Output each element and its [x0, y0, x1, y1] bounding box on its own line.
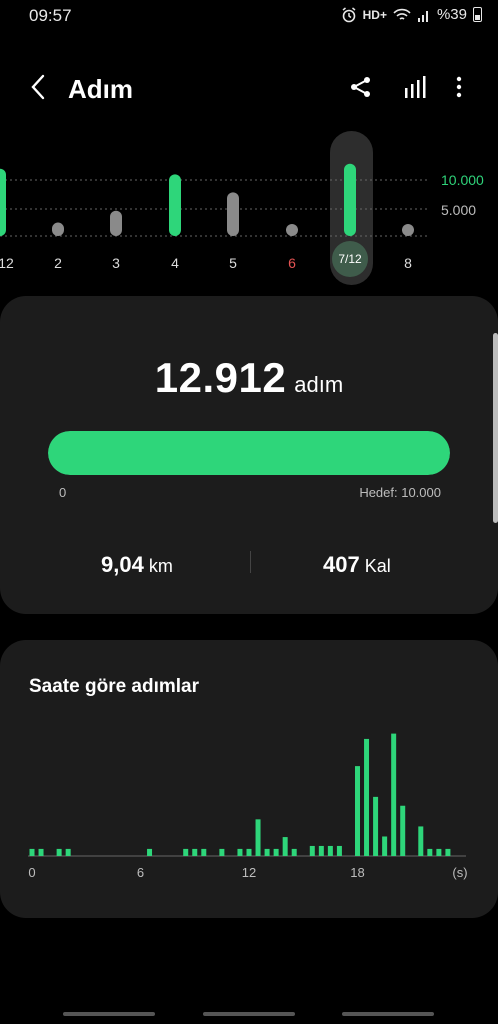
- stat-divider: [250, 551, 251, 573]
- week-bar: [110, 210, 122, 236]
- week-day-label[interactable]: 2: [54, 255, 62, 271]
- scrollbar[interactable]: [493, 333, 498, 523]
- goal-line-label: 10.000: [441, 172, 484, 188]
- hourly-bar: [391, 733, 397, 856]
- steps-total: 12.912 adım: [0, 354, 498, 402]
- hourly-bar: [364, 738, 370, 856]
- hourly-steps-card[interactable]: Saate göre adımlar 0 6 12 18 (s): [0, 640, 498, 918]
- hourly-bar: [192, 848, 198, 856]
- week-bar: [344, 163, 356, 236]
- distance-stat: 9,04 km: [101, 552, 173, 578]
- more-vertical-icon[interactable]: [446, 74, 472, 100]
- hourly-bar: [309, 845, 315, 856]
- hourly-x-tick: 12: [242, 865, 256, 880]
- hourly-bar: [56, 848, 62, 856]
- hourly-bar: [255, 819, 261, 856]
- status-time: 09:57: [29, 6, 72, 25]
- distance-unit: km: [148, 556, 173, 576]
- hourly-x-tick: 0: [28, 865, 35, 880]
- hourly-x-unit: (s): [452, 865, 467, 880]
- calories-unit: Kal: [364, 556, 391, 576]
- weekly-steps-chart[interactable]: 10.000 5.000 12 2 3 4 5 6 7/12 8: [0, 130, 498, 290]
- hourly-bar: [318, 845, 324, 856]
- hourly-bar: [355, 766, 360, 856]
- week-day-label[interactable]: 3: [112, 255, 120, 271]
- nav-back-handle[interactable]: [342, 1012, 434, 1016]
- hourly-bar: [147, 848, 153, 856]
- hourly-bar: [29, 848, 35, 856]
- hourly-bar: [373, 796, 379, 856]
- status-icons: HD+ %39: [341, 6, 482, 23]
- hourly-bar: [273, 848, 279, 856]
- hourly-bar: [418, 826, 424, 856]
- week-bar: [0, 168, 6, 236]
- week-day-label[interactable]: 8: [404, 255, 412, 271]
- status-bar: 09:57 HD+ %39: [0, 0, 498, 32]
- week-bar: [286, 224, 298, 236]
- battery-percent: %39: [436, 6, 467, 23]
- week-bar: [52, 222, 64, 236]
- hourly-bar: [237, 848, 243, 856]
- hourly-bar: [264, 848, 270, 856]
- nav-recents-handle[interactable]: [63, 1012, 155, 1016]
- network-label: HD+: [362, 7, 387, 22]
- distance-value: 9,04: [101, 552, 144, 577]
- steps-unit: adım: [294, 372, 344, 397]
- alarm-icon: [342, 6, 356, 22]
- progress-min-label: 0: [59, 485, 67, 500]
- week-bar: [227, 192, 239, 236]
- page-title: Adım: [68, 74, 133, 104]
- hourly-bar: [382, 836, 388, 856]
- hourly-bar: [336, 845, 342, 856]
- hourly-bar: [436, 848, 442, 856]
- system-nav-bar: [0, 1004, 498, 1024]
- battery-icon: [473, 7, 482, 22]
- hourly-bar: [427, 848, 433, 856]
- calories-stat: 407 Kal: [323, 552, 391, 578]
- week-day-label[interactable]: 5: [229, 255, 237, 271]
- selected-day-label[interactable]: 7/12: [332, 241, 368, 277]
- hourly-x-tick: 18: [350, 865, 364, 880]
- hourly-bar: [219, 848, 225, 856]
- hourly-bar: [327, 845, 333, 856]
- chevron-left-icon[interactable]: [24, 72, 54, 102]
- calories-value: 407: [323, 552, 360, 577]
- week-day-label[interactable]: 6: [288, 255, 296, 271]
- week-bar: [402, 224, 414, 236]
- hourly-steps-chart: 0 6 12 18 (s): [28, 733, 468, 880]
- half-goal-line-label: 5.000: [441, 202, 477, 218]
- hourly-bar: [246, 848, 252, 856]
- hourly-bar: [201, 848, 207, 856]
- hourly-x-tick: 6: [137, 865, 144, 880]
- hourly-bar: [400, 805, 406, 856]
- wifi-icon: [393, 8, 411, 20]
- bar-chart-icon[interactable]: [402, 74, 428, 100]
- hourly-bar: [282, 837, 288, 856]
- hourly-bar: [291, 848, 297, 856]
- hourly-bar: [445, 848, 451, 856]
- week-bar: [169, 174, 181, 236]
- hourly-bar: [183, 848, 189, 856]
- steps-progress-bar: [48, 431, 450, 475]
- share-icon[interactable]: [348, 74, 374, 100]
- hourly-bar: [38, 848, 44, 856]
- signal-icon: [417, 10, 428, 22]
- week-day-label[interactable]: 4: [171, 255, 179, 271]
- steps-count: 12.912: [154, 354, 287, 401]
- nav-home-handle[interactable]: [203, 1012, 295, 1016]
- steps-progress-fill: [48, 431, 450, 475]
- app-header: Adım: [0, 60, 498, 116]
- hourly-bar: [65, 848, 71, 856]
- progress-goal-label: Hedef: 10.000: [359, 485, 441, 500]
- today-steps-card[interactable]: 12.912 adım 0 Hedef: 10.000 9,04 km 407 Kal: [0, 296, 498, 614]
- week-day-label[interactable]: 12: [0, 255, 14, 271]
